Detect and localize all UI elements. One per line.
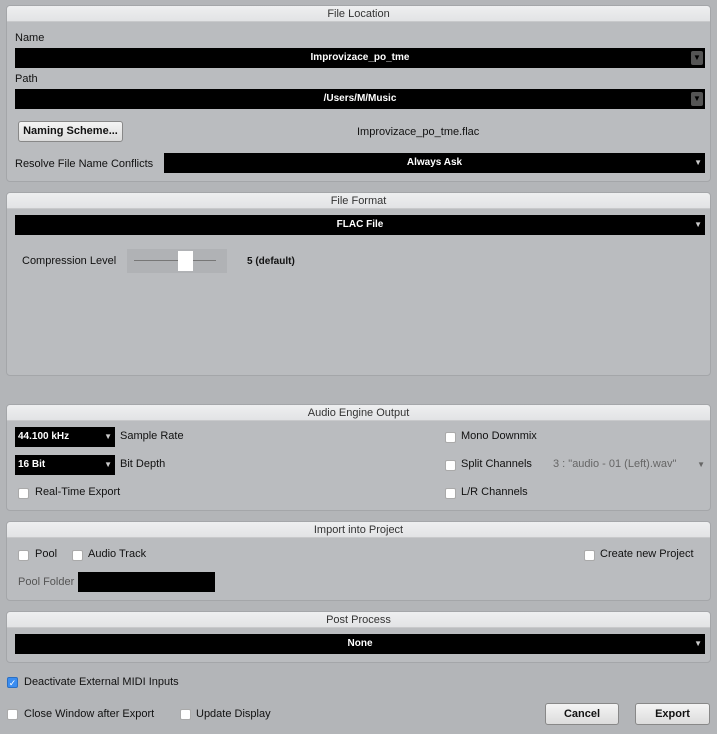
name-value: Improvizace_po_tme bbox=[310, 52, 410, 63]
close-window-checkbox[interactable] bbox=[7, 709, 18, 720]
chevron-down-icon: ▼ bbox=[104, 432, 112, 441]
post-process-value: None bbox=[347, 638, 373, 649]
close-window-label: Close Window after Export bbox=[24, 708, 155, 720]
filename-preview: Improvizace_po_tme.flac bbox=[357, 126, 480, 138]
audio-track-checkbox[interactable] bbox=[72, 550, 83, 561]
chevron-down-icon[interactable]: ▼ bbox=[691, 51, 703, 65]
bit-depth-value: 16 Bit bbox=[18, 459, 46, 470]
split-label: Split Channels bbox=[461, 458, 532, 470]
audio-engine-panel: Audio Engine Output 44.100 kHz ▼ Sample R… bbox=[6, 404, 711, 511]
lr-checkbox[interactable] bbox=[445, 488, 456, 499]
realtime-checkbox[interactable] bbox=[18, 488, 29, 499]
sample-rate-label: Sample Rate bbox=[120, 430, 184, 442]
create-project-label: Create new Project bbox=[600, 548, 694, 560]
name-label: Name bbox=[15, 32, 45, 44]
post-process-dropdown[interactable]: None ▼ bbox=[15, 634, 705, 654]
update-display-label: Update Display bbox=[196, 708, 271, 720]
chevron-down-icon: ▼ bbox=[697, 460, 705, 469]
split-checkbox[interactable] bbox=[445, 460, 456, 471]
panel-title: File Location bbox=[7, 6, 710, 22]
deactivate-midi-checkbox[interactable]: ✓ bbox=[7, 677, 18, 688]
panel-title: Post Process bbox=[7, 612, 710, 628]
chevron-down-icon[interactable]: ▼ bbox=[691, 92, 703, 106]
compression-value: 5 (default) bbox=[247, 256, 295, 267]
bit-depth-label: Bit Depth bbox=[120, 458, 166, 470]
chevron-down-icon: ▼ bbox=[694, 220, 702, 229]
cancel-button[interactable]: Cancel bbox=[545, 703, 619, 725]
resolve-value: Always Ask bbox=[406, 157, 463, 168]
path-label: Path bbox=[15, 73, 38, 85]
audio-track-label: Audio Track bbox=[88, 548, 147, 560]
export-button[interactable]: Export bbox=[635, 703, 710, 725]
mono-checkbox[interactable] bbox=[445, 432, 456, 443]
chevron-down-icon: ▼ bbox=[694, 158, 702, 167]
file-format-panel: File Format FLAC File ▼ Compression Level… bbox=[6, 192, 711, 376]
pool-checkbox[interactable] bbox=[18, 550, 29, 561]
name-field[interactable]: Improvizace_po_tme ▼ bbox=[15, 48, 705, 68]
split-dropdown[interactable]: 3 : "audio - 01 (Left).wav" ▼ bbox=[553, 458, 705, 470]
path-value: /Users/M/Music bbox=[323, 93, 397, 104]
import-panel: Import into Project Pool Audio Track Cre… bbox=[6, 521, 711, 601]
path-field[interactable]: /Users/M/Music ▼ bbox=[15, 89, 705, 109]
panel-title: Audio Engine Output bbox=[7, 405, 710, 421]
create-project-checkbox[interactable] bbox=[584, 550, 595, 561]
lr-label: L/R Channels bbox=[461, 486, 528, 498]
pool-label: Pool bbox=[35, 548, 58, 560]
update-display-checkbox[interactable] bbox=[180, 709, 191, 720]
split-value: 3 : "audio - 01 (Left).wav" bbox=[553, 458, 677, 470]
sample-rate-dropdown[interactable]: 44.100 kHz ▼ bbox=[15, 427, 115, 447]
compression-label: Compression Level bbox=[22, 255, 117, 267]
bit-depth-dropdown[interactable]: 16 Bit ▼ bbox=[15, 455, 115, 475]
pool-folder-label: Pool Folder bbox=[18, 576, 75, 588]
sample-rate-value: 44.100 kHz bbox=[18, 431, 70, 442]
resolve-dropdown[interactable]: Always Ask ▼ bbox=[164, 153, 705, 173]
chevron-down-icon: ▼ bbox=[104, 460, 112, 469]
format-dropdown[interactable]: FLAC File ▼ bbox=[15, 215, 705, 235]
compression-slider[interactable] bbox=[127, 249, 227, 273]
chevron-down-icon: ▼ bbox=[694, 639, 702, 648]
mono-label: Mono Downmix bbox=[461, 430, 537, 442]
realtime-label: Real-Time Export bbox=[35, 486, 121, 498]
format-value: FLAC File bbox=[336, 219, 384, 230]
file-location-panel: File Location Name Improvizace_po_tme ▼ P… bbox=[6, 5, 711, 182]
post-process-panel: Post Process None ▼ bbox=[6, 611, 711, 663]
panel-title: Import into Project bbox=[7, 522, 710, 538]
resolve-label: Resolve File Name Conflicts bbox=[15, 158, 154, 170]
deactivate-midi-label: Deactivate External MIDI Inputs bbox=[24, 676, 179, 688]
slider-handle[interactable] bbox=[178, 251, 193, 271]
pool-folder-field[interactable] bbox=[78, 572, 215, 592]
panel-title: File Format bbox=[7, 193, 710, 209]
naming-scheme-button[interactable]: Naming Scheme... bbox=[18, 121, 123, 142]
